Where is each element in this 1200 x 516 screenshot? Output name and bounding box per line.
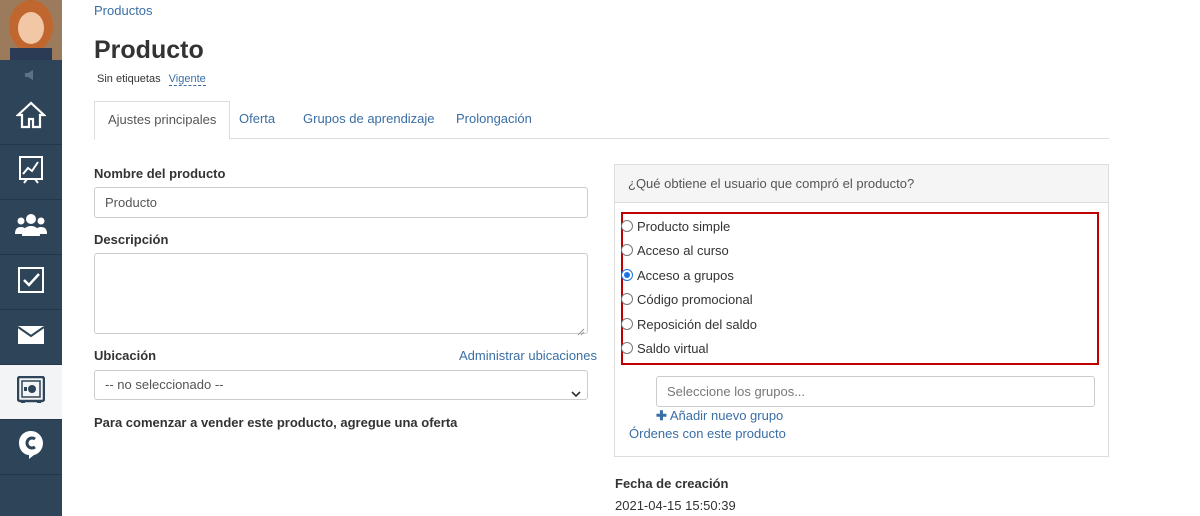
- radio-button[interactable]: [621, 342, 633, 354]
- sidebar-item-chat[interactable]: [0, 420, 62, 475]
- radio-button[interactable]: [621, 244, 633, 256]
- creation-date-label: Fecha de creación: [615, 476, 729, 491]
- sidebar-item-messages[interactable]: [0, 310, 62, 365]
- tags-line: Sin etiquetas Vigente: [97, 73, 206, 86]
- sidebar-item-tasks[interactable]: [0, 255, 62, 310]
- tab-extension[interactable]: Prolongación: [456, 101, 532, 139]
- sidebar-item-users[interactable]: [0, 200, 62, 255]
- chart-icon: [19, 155, 43, 189]
- location-select[interactable]: -- no seleccionado --: [94, 370, 588, 400]
- safe-icon: [16, 375, 46, 409]
- radio-button[interactable]: [621, 318, 633, 330]
- radio-option-balance-topup[interactable]: Reposición del saldo: [621, 314, 757, 334]
- creation-date-value: 2021-04-15 15:50:39: [615, 498, 736, 513]
- manage-locations-link[interactable]: Administrar ubicaciones: [459, 348, 597, 363]
- add-group-button[interactable]: ✚ Añadir nuevo grupo: [656, 408, 783, 424]
- radio-option-group-access[interactable]: Acceso a grupos: [621, 265, 734, 285]
- radio-option-virtual-balance[interactable]: Saldo virtual: [621, 338, 709, 358]
- radio-label: Acceso a grupos: [637, 267, 734, 283]
- radio-label: Reposición del saldo: [637, 316, 757, 332]
- radio-button-selected[interactable]: [621, 269, 633, 281]
- status-link[interactable]: Vigente: [168, 73, 206, 86]
- radio-label: Acceso al curso: [637, 242, 729, 258]
- description-textarea[interactable]: [94, 253, 588, 336]
- tab-learning-groups[interactable]: Grupos de aprendizaje: [303, 101, 435, 139]
- plus-icon: ✚: [656, 408, 667, 423]
- radio-option-course-access[interactable]: Acceso al curso: [621, 240, 729, 260]
- radio-label: Producto simple: [637, 218, 731, 234]
- checkbox-icon: [18, 266, 44, 298]
- resize-handle-icon[interactable]: [577, 323, 585, 336]
- add-group-label: Añadir nuevo grupo: [669, 408, 784, 423]
- avatar[interactable]: [0, 0, 62, 60]
- sidebar-item-home[interactable]: [0, 90, 62, 145]
- radio-label: Saldo virtual: [637, 340, 709, 356]
- product-name-label: Nombre del producto: [94, 166, 226, 181]
- radio-button[interactable]: [621, 220, 633, 232]
- orders-link[interactable]: Órdenes con este producto: [629, 426, 786, 441]
- sell-hint: Para comenzar a vender este producto, ag…: [94, 415, 458, 430]
- chat-icon: [18, 430, 44, 465]
- tab-bar: Ajustes principales Oferta Grupos de apr…: [94, 101, 1109, 140]
- groups-select-input[interactable]: Seleccione los grupos...: [656, 376, 1095, 407]
- tab-offer[interactable]: Oferta: [239, 101, 275, 139]
- sidebar-item-statistics[interactable]: [0, 145, 62, 200]
- radio-label: Código promocional: [637, 291, 753, 307]
- megaphone-icon[interactable]: [0, 60, 62, 90]
- description-label: Descripción: [94, 232, 169, 247]
- users-icon: [15, 212, 47, 243]
- chevron-down-icon: [571, 380, 581, 408]
- mail-icon: [17, 325, 45, 349]
- radio-option-simple-product[interactable]: Producto simple: [621, 216, 730, 236]
- radio-button[interactable]: [621, 293, 633, 305]
- tags-label: Sin etiquetas: [97, 73, 161, 85]
- home-icon: [15, 101, 47, 134]
- sidebar: [0, 0, 62, 516]
- tab-main-settings[interactable]: Ajustes principales: [94, 101, 231, 140]
- panel-question: ¿Qué obtiene el usuario que compró el pr…: [615, 165, 1108, 203]
- location-selected-value: -- no seleccionado --: [105, 377, 224, 392]
- breadcrumb[interactable]: Productos: [94, 3, 153, 18]
- sidebar-item-shop[interactable]: [0, 365, 62, 420]
- product-name-input[interactable]: [94, 187, 588, 218]
- radio-option-promo-code[interactable]: Código promocional: [621, 289, 753, 309]
- product-type-panel: ¿Qué obtiene el usuario que compró el pr…: [614, 164, 1109, 457]
- location-label: Ubicación: [94, 348, 157, 363]
- page-title: Producto: [94, 36, 204, 64]
